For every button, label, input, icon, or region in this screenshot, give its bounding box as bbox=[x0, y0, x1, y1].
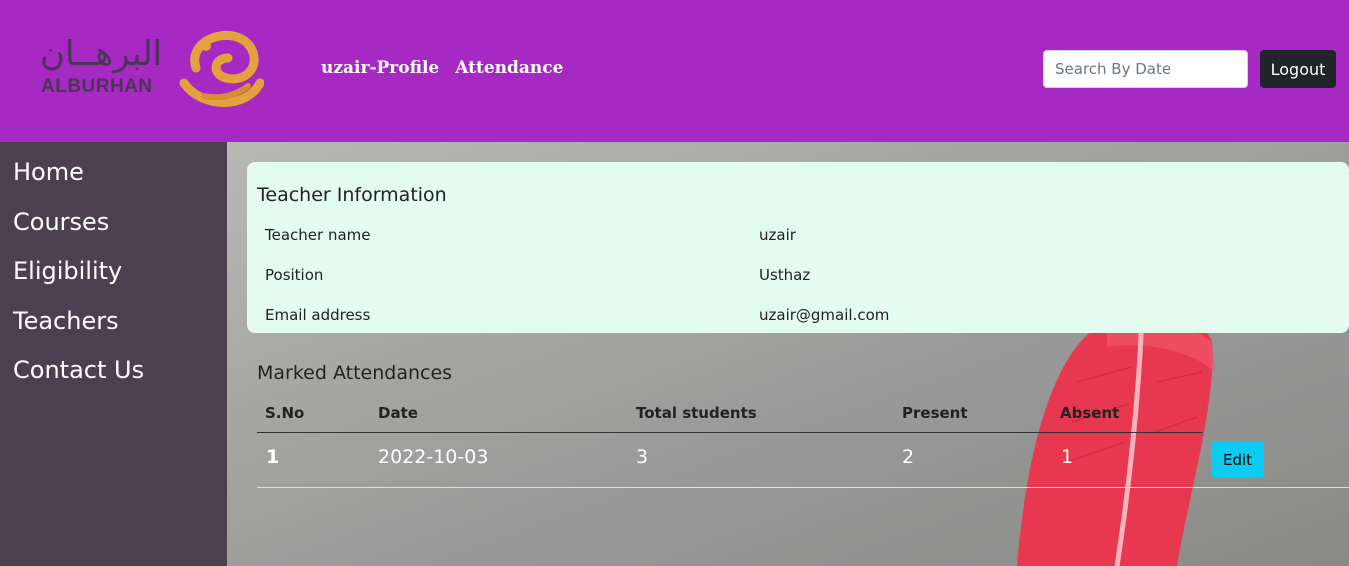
logo-arabic-text: البرهــان bbox=[40, 34, 163, 74]
nav-attendance-link[interactable]: Attendance bbox=[455, 58, 563, 78]
row-date: 2022-10-03 bbox=[378, 446, 489, 468]
logo-english-text: ALBURHAN bbox=[41, 76, 153, 97]
column-header-sno: S.No bbox=[265, 404, 305, 422]
marked-attendances-title: Marked Attendances bbox=[257, 362, 453, 384]
sidebar-item-eligibility[interactable]: Eligibility bbox=[13, 257, 122, 285]
top-nav: uzair-Profile Attendance bbox=[321, 58, 563, 78]
email-label: Email address bbox=[265, 306, 371, 324]
sidebar-item-teachers[interactable]: Teachers bbox=[13, 307, 119, 335]
column-header-present: Present bbox=[902, 404, 968, 422]
column-header-absent: Absent bbox=[1060, 404, 1120, 422]
teacher-info-card: Teacher Information Teacher name uzair P… bbox=[247, 162, 1349, 333]
sidebar-item-contact-us[interactable]: Contact Us bbox=[13, 356, 144, 384]
row-total-students: 3 bbox=[636, 446, 649, 468]
table-header-divider bbox=[257, 432, 1203, 433]
header: البرهــان ALBURHAN uzair-Profile Attenda… bbox=[0, 0, 1349, 142]
sidebar-item-courses[interactable]: Courses bbox=[13, 208, 109, 236]
email-value: uzair@gmail.com bbox=[759, 306, 890, 324]
column-header-total-students: Total students bbox=[636, 404, 757, 422]
nav-profile-link[interactable]: uzair-Profile bbox=[321, 58, 439, 78]
search-by-date-input[interactable] bbox=[1043, 50, 1248, 88]
row-absent: 1 bbox=[1061, 446, 1074, 468]
logo-swirl-icon bbox=[179, 30, 264, 107]
column-header-date: Date bbox=[378, 404, 418, 422]
alburhan-logo[interactable]: البرهــان ALBURHAN bbox=[38, 28, 264, 112]
teacher-name-value: uzair bbox=[759, 226, 796, 244]
sidebar: Home Courses Eligibility Teachers Contac… bbox=[0, 142, 227, 566]
row-sno: 1 bbox=[266, 446, 280, 468]
table-row-divider bbox=[257, 487, 1349, 488]
position-value: Usthaz bbox=[759, 266, 811, 284]
sidebar-item-home[interactable]: Home bbox=[13, 158, 84, 186]
logout-button[interactable]: Logout bbox=[1260, 50, 1336, 88]
position-label: Position bbox=[265, 266, 324, 284]
edit-button[interactable]: Edit bbox=[1211, 441, 1264, 478]
row-present: 2 bbox=[902, 446, 915, 468]
teacher-name-label: Teacher name bbox=[265, 226, 371, 244]
teacher-info-title: Teacher Information bbox=[257, 184, 447, 206]
